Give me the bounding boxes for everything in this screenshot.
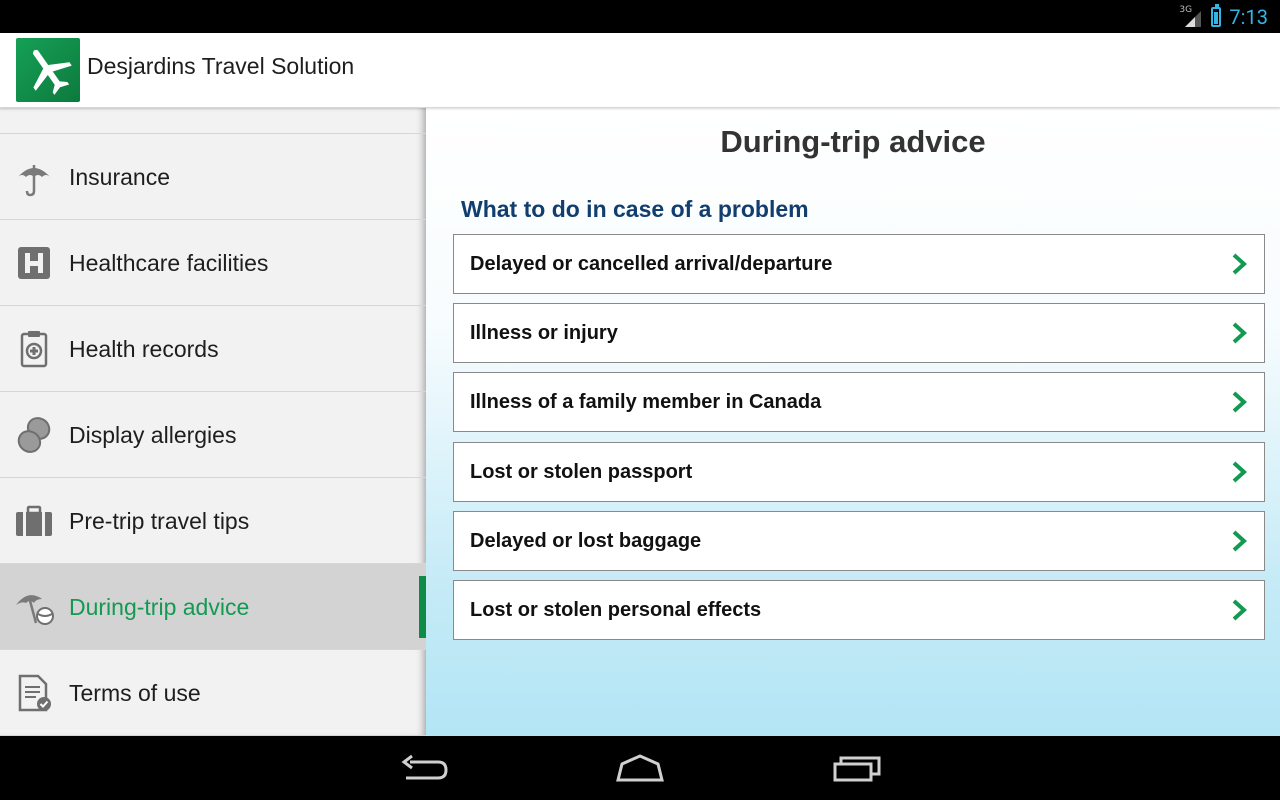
drawer-item-insurance[interactable]: Insurance	[0, 134, 426, 220]
list-item-label: Illness of a family member in Canada	[470, 391, 822, 413]
drawer-item-display-allergies[interactable]: Display allergies	[0, 392, 426, 478]
airplane-icon[interactable]	[16, 38, 80, 102]
list-item-family-illness[interactable]: Illness of a family member in Canada	[453, 372, 1265, 432]
recent-apps-icon[interactable]	[829, 750, 885, 786]
suitcase-icon	[16, 505, 52, 536]
network-type: 3G	[1179, 5, 1193, 15]
drawer-item-during-trip-advice[interactable]: During-trip advice	[0, 564, 426, 650]
drawer-item-health-records[interactable]: Health records	[0, 306, 426, 392]
hospital-icon	[18, 247, 50, 279]
chevron-right-icon	[1232, 599, 1247, 621]
drawer-item-label: Health records	[69, 336, 219, 362]
status-icons: 3G 7:13	[1179, 4, 1268, 30]
battery-icon	[1211, 4, 1222, 27]
list-item-lost-personal-effects[interactable]: Lost or stolen personal effects	[453, 580, 1265, 640]
app-title: Desjardins Travel Solution	[87, 53, 355, 79]
list-item-label: Lost or stolen personal effects	[470, 599, 762, 621]
drawer-item-label: Display allergies	[69, 422, 237, 448]
chevron-right-icon	[1232, 322, 1247, 344]
drawer-item-label: Terms of use	[69, 680, 201, 706]
system-nav-bar	[0, 736, 1280, 800]
list-item-label: Illness or injury	[470, 322, 618, 344]
chevron-right-icon	[1232, 253, 1247, 275]
drawer-item-label: Insurance	[69, 164, 171, 190]
list-item-delayed-cancelled[interactable]: Delayed or cancelled arrival/departure	[453, 234, 1265, 294]
beach-umbrella-icon	[16, 595, 54, 625]
drawer-item-pre-trip-tips[interactable]: Pre-trip travel tips	[0, 478, 426, 564]
list-item-illness-injury[interactable]: Illness or injury	[453, 303, 1265, 363]
drawer-item-label: Healthcare facilities	[69, 250, 269, 276]
document-check-icon	[18, 674, 51, 712]
umbrella-icon	[18, 165, 50, 197]
page-title: During-trip advice	[720, 124, 986, 159]
chevron-right-icon	[1232, 391, 1247, 413]
navigation-drawer: Insurance Healthcare facilities Health r…	[0, 108, 426, 736]
section-heading: What to do in case of a problem	[461, 196, 809, 222]
chevron-right-icon	[1232, 461, 1247, 483]
drawer-item-terms-of-use[interactable]: Terms of use	[0, 650, 426, 736]
drawer-item-label: Pre-trip travel tips	[69, 508, 250, 534]
list-item-label: Delayed or cancelled arrival/departure	[470, 253, 833, 275]
list-item-lost-passport[interactable]: Lost or stolen passport	[453, 442, 1265, 502]
active-indicator	[419, 576, 426, 638]
chevron-right-icon	[1232, 530, 1247, 552]
drawer-item-label: During-trip advice	[69, 594, 250, 620]
action-bar: Desjardins Travel Solution	[0, 33, 1280, 108]
drawer-item-partial[interactable]	[0, 108, 426, 134]
clipboard-icon	[20, 331, 48, 368]
drawer-item-healthcare-facilities[interactable]: Healthcare facilities	[0, 220, 426, 306]
status-bar: 3G 7:13	[0, 0, 1280, 33]
clock: 7:13	[1229, 5, 1268, 29]
list-item-label: Lost or stolen passport	[470, 461, 693, 483]
back-icon[interactable]	[396, 750, 452, 786]
list-item-lost-baggage[interactable]: Delayed or lost baggage	[453, 511, 1265, 571]
peanut-icon	[17, 417, 51, 453]
signal-icon: 3G	[1179, 5, 1203, 29]
main-content: During-trip advice What to do in case of…	[426, 108, 1280, 736]
home-icon[interactable]	[612, 750, 668, 786]
list-item-label: Delayed or lost baggage	[470, 530, 702, 552]
